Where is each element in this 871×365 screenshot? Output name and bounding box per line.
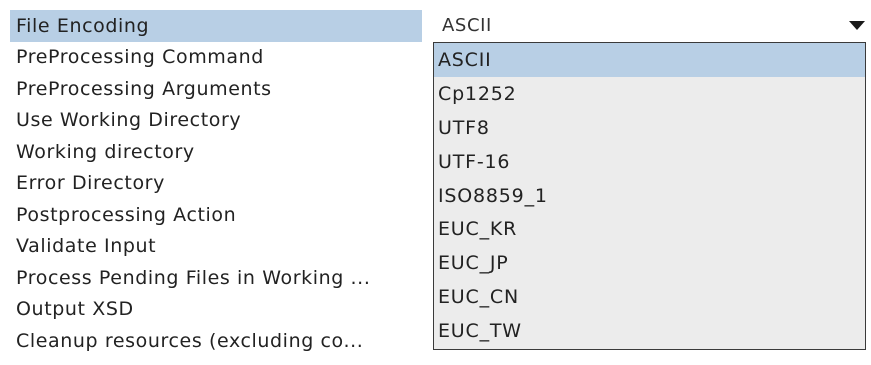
dropdown-option-iso8859-1[interactable]: ISO8859_1	[434, 179, 865, 213]
property-name: Error Directory	[16, 172, 165, 195]
property-name: PreProcessing Arguments	[16, 77, 272, 100]
dropdown-option-utf-16[interactable]: UTF-16	[434, 145, 865, 179]
property-row-file-encoding[interactable]: File Encoding ASCII	[10, 10, 870, 42]
file-encoding-combobox[interactable]: ASCII	[434, 10, 870, 42]
combobox-value: ASCII	[442, 15, 492, 37]
property-name: Process Pending Files in Working ...	[16, 266, 371, 289]
property-name: PreProcessing Command	[16, 46, 264, 69]
property-name: Output XSD	[16, 298, 134, 321]
property-name: Use Working Directory	[16, 109, 242, 132]
encoding-dropdown-list[interactable]: ASCII Cp1252 UTF8 UTF-16 ISO8859_1 EUC_K…	[433, 42, 866, 350]
dropdown-option-ascii[interactable]: ASCII	[434, 43, 865, 77]
dropdown-option-euc-cn[interactable]: EUC_CN	[434, 280, 865, 314]
dropdown-option-euc-kr[interactable]: EUC_KR	[434, 212, 865, 246]
property-name: Cleanup resources (excluding co...	[16, 329, 364, 352]
property-name: Working directory	[16, 140, 195, 163]
dropdown-option-cp1252[interactable]: Cp1252	[434, 77, 865, 111]
dropdown-option-euc-jp[interactable]: EUC_JP	[434, 246, 865, 280]
property-name: Postprocessing Action	[16, 203, 237, 226]
dropdown-option-utf8[interactable]: UTF8	[434, 111, 865, 145]
dropdown-arrow-icon[interactable]	[849, 21, 865, 31]
dropdown-option-euc-tw[interactable]: EUC_TW	[434, 314, 865, 348]
property-name: Validate Input	[16, 235, 157, 258]
property-name: File Encoding	[10, 10, 422, 42]
